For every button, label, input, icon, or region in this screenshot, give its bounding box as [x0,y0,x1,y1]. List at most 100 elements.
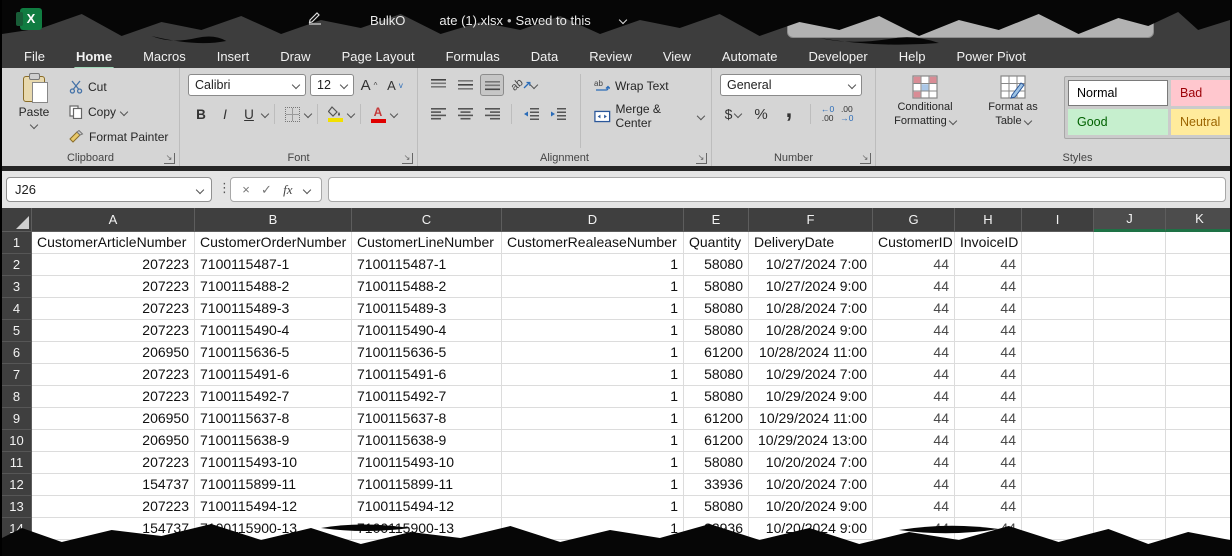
cell[interactable]: DeliveryDate [749,232,873,254]
tab-power-pivot[interactable]: Power Pivot [954,47,1027,67]
cell[interactable]: 1 [502,452,684,474]
style-normal[interactable]: Normal [1068,80,1168,106]
cell[interactable]: 58080 [684,452,749,474]
row-header[interactable]: 4 [2,298,32,320]
cell[interactable]: 10/20/2024 7:00 [749,452,873,474]
row-header[interactable]: 11 [2,452,32,474]
font-dialog-launcher[interactable]: ↘ [402,153,413,164]
cell[interactable] [1166,298,1232,320]
cell[interactable]: CustomerID [873,232,955,254]
select-all-corner[interactable] [2,208,32,232]
paste-button[interactable]: Paste [10,74,58,149]
cell[interactable] [1022,342,1094,364]
copy-button[interactable]: Copy [66,100,171,124]
cell[interactable]: 10/28/2024 9:00 [749,320,873,342]
cell[interactable]: 7100115494-12 [352,496,502,518]
cell[interactable]: 61200 [684,342,749,364]
font-color-chevron-icon[interactable] [390,110,398,118]
cell[interactable] [1022,276,1094,298]
cell[interactable]: InvoiceID [955,232,1022,254]
cell[interactable] [1094,430,1166,452]
cell[interactable]: 154737 [32,474,195,496]
cell[interactable]: 1 [502,518,684,540]
cell[interactable]: 7100115494-12 [195,496,352,518]
cell[interactable]: 7100115636-5 [352,342,502,364]
cell[interactable]: 7100115489-3 [195,298,352,320]
column-header-k[interactable]: K [1166,208,1232,232]
cell[interactable]: 7100115490-4 [195,320,352,342]
cell[interactable]: 44 [873,474,955,496]
tab-developer[interactable]: Developer [806,47,869,67]
cell[interactable]: 207223 [32,364,195,386]
cell[interactable]: CustomerLineNumber [352,232,502,254]
conditional-formatting-button[interactable]: Conditional Formatting [884,74,966,129]
cell[interactable]: 207223 [32,452,195,474]
cell[interactable]: 7100115637-8 [352,408,502,430]
row-header[interactable]: 2 [2,254,32,276]
cell[interactable]: 1 [502,430,684,452]
cell[interactable]: 58080 [684,386,749,408]
tab-draw[interactable]: Draw [278,47,312,67]
tab-view[interactable]: View [661,47,693,67]
format-painter-button[interactable]: Format Painter [66,125,171,149]
cell[interactable] [1022,452,1094,474]
cell[interactable]: 1 [502,254,684,276]
style-neutral[interactable]: Neutral [1171,109,1232,135]
cell[interactable]: 154737 [32,518,195,540]
cell[interactable]: 1 [502,364,684,386]
cell[interactable]: 44 [955,276,1022,298]
row-header[interactable]: 3 [2,276,32,298]
cell[interactable]: CustomerArticleNumber [32,232,195,254]
cell[interactable] [1166,342,1232,364]
cell[interactable]: 7100115488-2 [352,276,502,298]
tab-automate[interactable]: Automate [720,47,780,67]
cancel-button[interactable]: × [242,182,250,197]
cell[interactable] [1022,298,1094,320]
cell[interactable]: 58080 [684,320,749,342]
cell[interactable] [1166,408,1232,430]
cell[interactable] [1022,364,1094,386]
cell[interactable]: 44 [955,342,1022,364]
row-header[interactable]: 6 [2,342,32,364]
cell[interactable] [1166,364,1232,386]
number-format-select[interactable]: General [720,74,862,96]
cell[interactable]: 7100115487-1 [352,254,502,276]
column-header-b[interactable]: B [195,208,352,232]
row-header[interactable]: 14 [2,518,32,540]
cell[interactable]: 7100115638-9 [352,430,502,452]
cell[interactable]: 207223 [32,320,195,342]
cell[interactable]: 44 [955,254,1022,276]
cell[interactable] [1094,474,1166,496]
cell[interactable]: 7100115493-10 [352,452,502,474]
row-header[interactable]: 8 [2,386,32,408]
cell[interactable]: 206950 [32,342,195,364]
increase-decimal-button[interactable]: ←0 .00 [821,105,834,124]
cell[interactable]: 44 [873,496,955,518]
top-align-button[interactable] [426,74,450,96]
cell[interactable] [1022,518,1094,540]
cell[interactable]: 1 [502,276,684,298]
cell[interactable]: 44 [873,452,955,474]
cell[interactable]: 44 [955,364,1022,386]
cell[interactable]: 7100115492-7 [352,386,502,408]
tab-help[interactable]: Help [897,47,928,67]
cell[interactable]: 58080 [684,496,749,518]
cell[interactable] [1166,254,1232,276]
bottom-align-button[interactable] [480,74,504,96]
cell[interactable]: 44 [873,342,955,364]
cell[interactable]: 10/28/2024 11:00 [749,342,873,364]
cell[interactable]: 44 [955,496,1022,518]
cell[interactable]: 44 [955,452,1022,474]
insert-function-button[interactable]: fx [283,182,292,198]
enter-button[interactable]: ✓ [261,182,272,198]
cell[interactable]: 58080 [684,298,749,320]
cell[interactable] [1166,320,1232,342]
cell[interactable]: 1 [502,320,684,342]
orientation-button[interactable]: ab [507,74,541,96]
cell[interactable]: 206950 [32,408,195,430]
cell[interactable]: CustomerOrderNumber [195,232,352,254]
cell[interactable]: 44 [873,386,955,408]
borders-button[interactable] [281,103,303,125]
cell[interactable]: 44 [873,408,955,430]
cell[interactable]: 7100115490-4 [352,320,502,342]
